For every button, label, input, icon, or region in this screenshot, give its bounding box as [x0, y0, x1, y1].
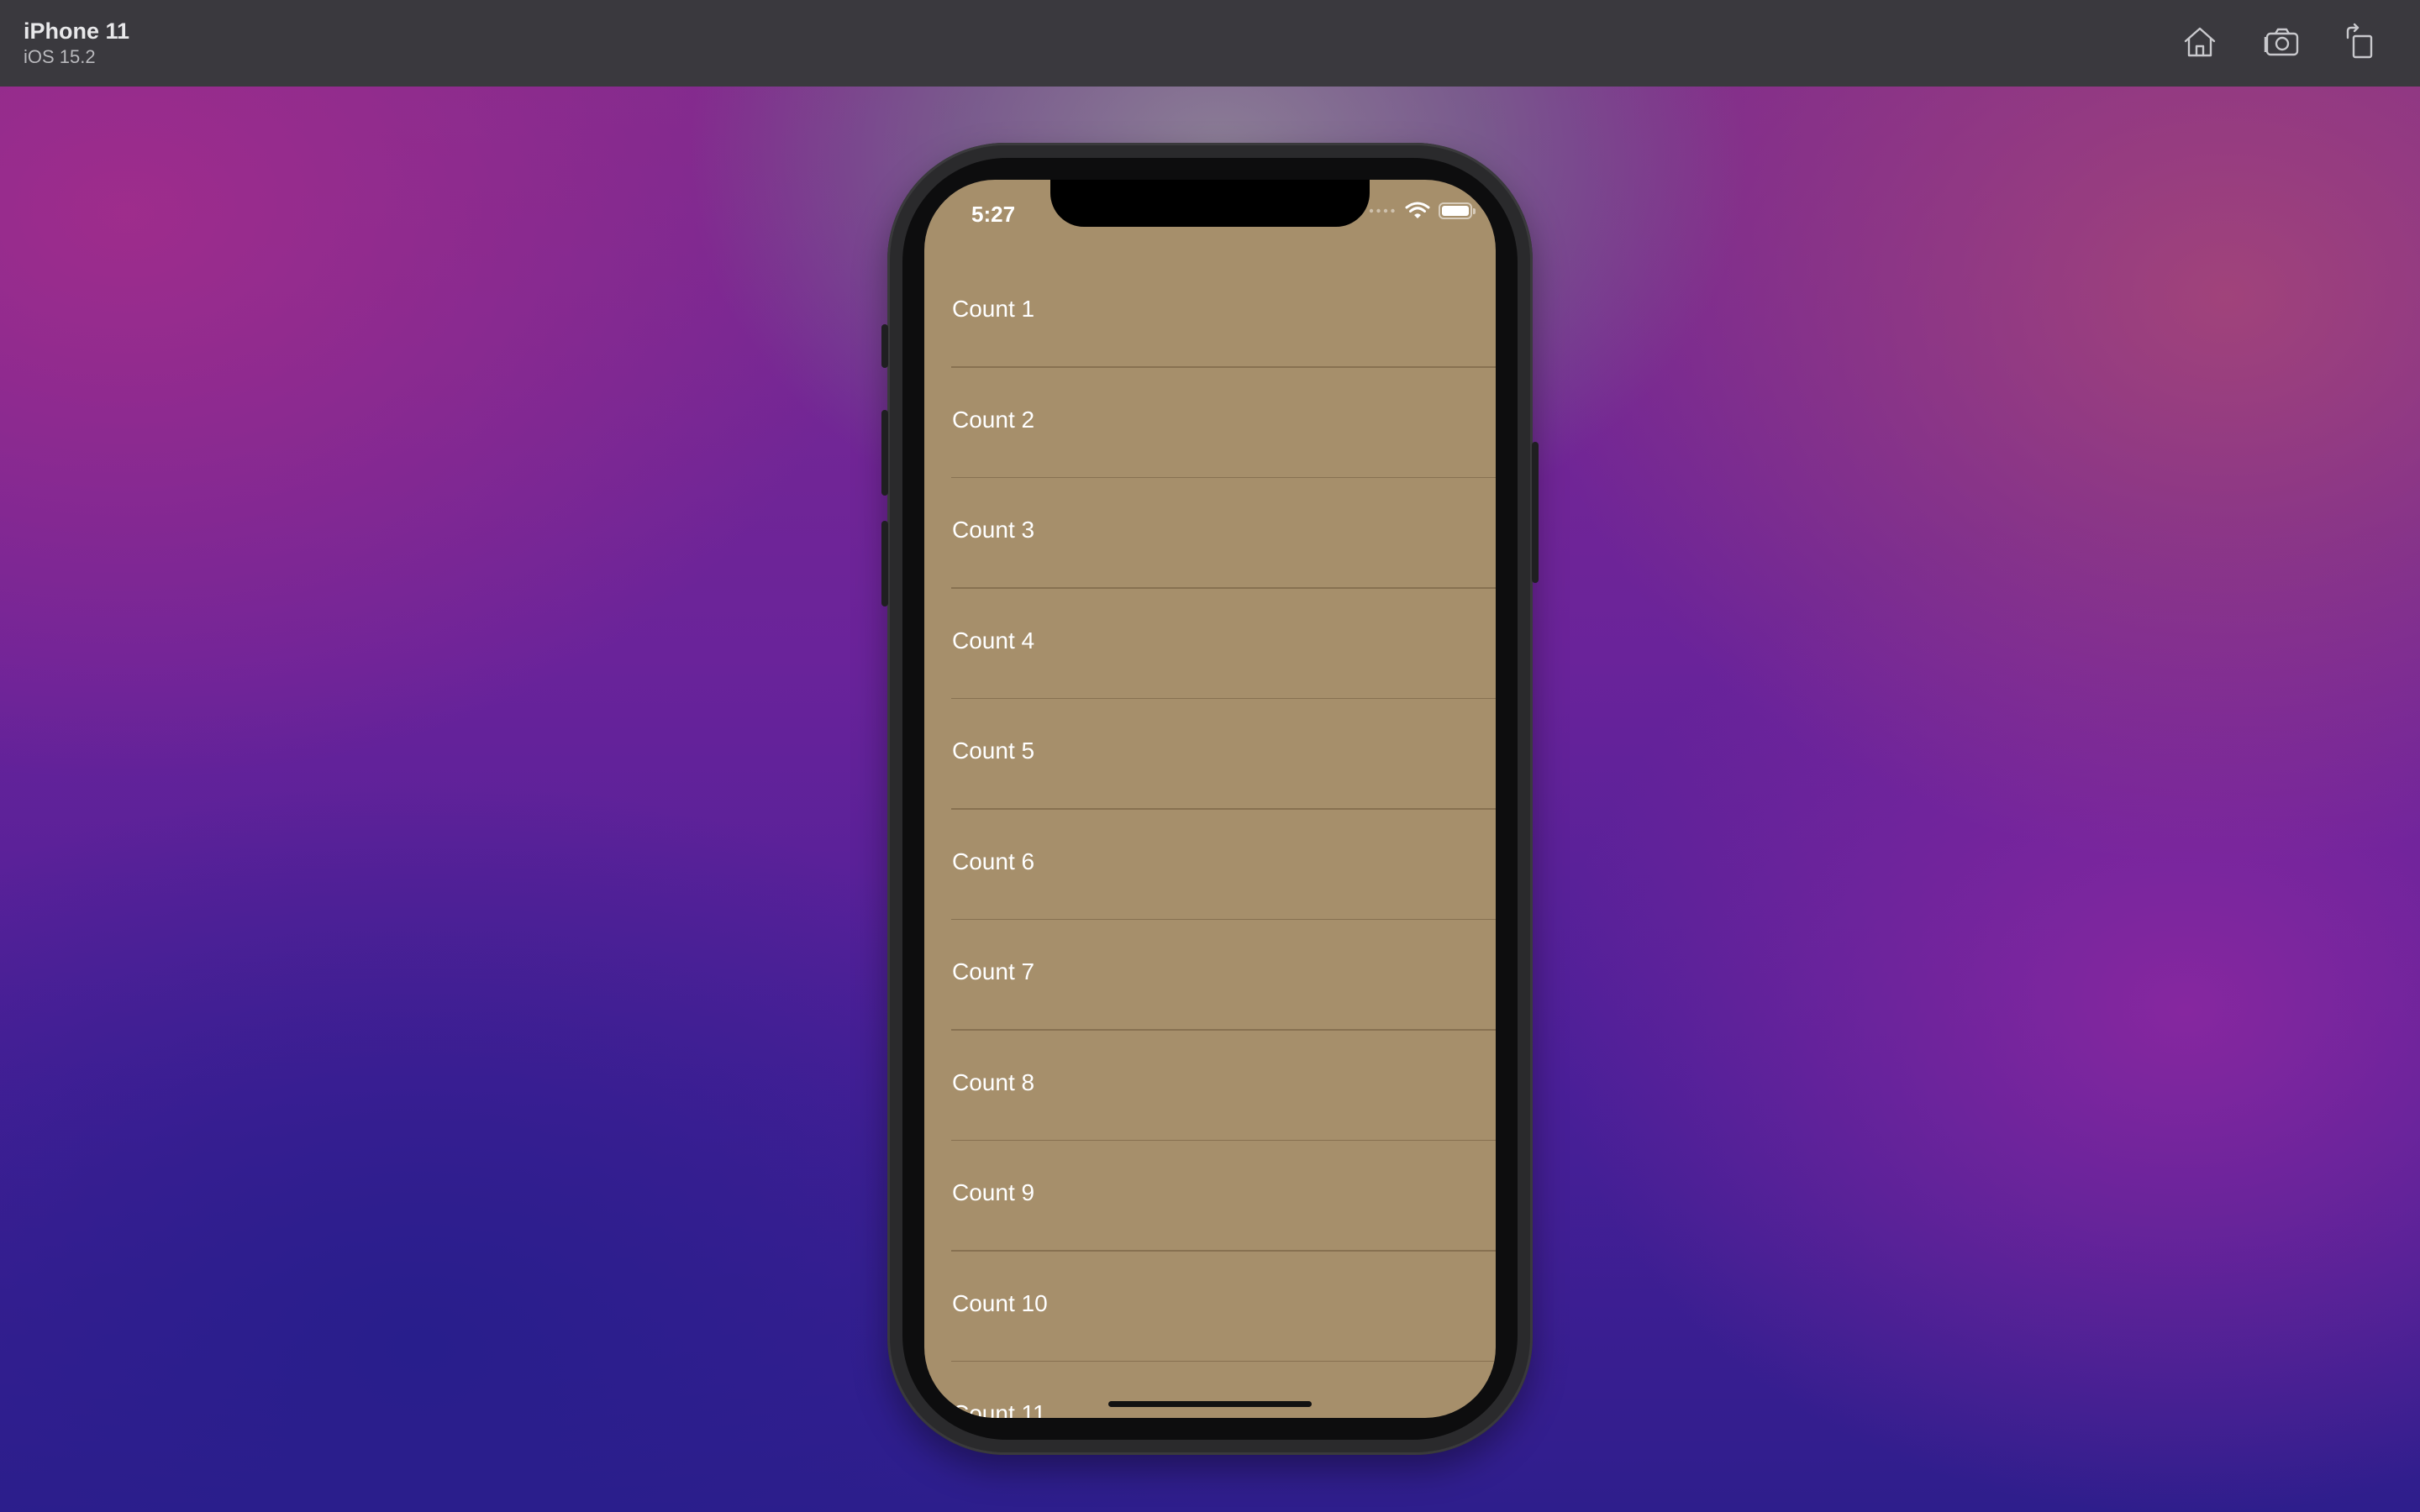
- list-item[interactable]: Count 10: [924, 1252, 1496, 1362]
- volume-down-button: [881, 521, 888, 606]
- device-name: iPhone 11: [24, 18, 130, 44]
- status-icons: [1368, 202, 1476, 220]
- list-item-label: Count 6: [952, 848, 1035, 874]
- mute-switch: [881, 324, 888, 368]
- device-screen: 5:27 Count 1 Count 2 Count 3 Count 4 Count 5…: [924, 180, 1496, 1418]
- wifi-icon: [1405, 202, 1430, 218]
- home-button[interactable]: [2176, 18, 2223, 66]
- os-version: iOS 15.2: [24, 46, 96, 67]
- list-item-label: Count 1: [952, 296, 1035, 322]
- side-button: [1532, 442, 1539, 583]
- list-item-label: Count 8: [952, 1068, 1035, 1095]
- simulator-window: iPhone 11 iOS 15.2 5:27 Count 1 Count 2 …: [0, 0, 2420, 1512]
- volume-up-button: [881, 410, 888, 496]
- home-icon: [2184, 27, 2216, 57]
- battery-icon: [1439, 202, 1476, 219]
- list-item[interactable]: Count 5: [924, 699, 1496, 810]
- list-item[interactable]: Count 8: [924, 1031, 1496, 1142]
- list-item[interactable]: Count 3: [924, 478, 1496, 589]
- rotate-icon: [2346, 23, 2373, 59]
- count-list: Count 1 Count 2 Count 3 Count 4 Count 5 Count…: [924, 257, 1496, 1418]
- simulator-titlebar: iPhone 11 iOS 15.2: [0, 0, 2420, 87]
- list-item[interactable]: Count 1: [924, 257, 1496, 368]
- cellular-signal-icon: [1369, 208, 1395, 213]
- status-time: 5:27: [971, 202, 1016, 227]
- screenshot-button[interactable]: [2259, 18, 2306, 66]
- list-item[interactable]: Count 7: [924, 920, 1496, 1031]
- list-item[interactable]: Count 2: [924, 368, 1496, 479]
- list-item[interactable]: Count 11: [924, 1362, 1496, 1418]
- list-item-label: Count 7: [952, 958, 1035, 984]
- camera-icon: [2264, 28, 2299, 56]
- list-item-label: Count 9: [952, 1179, 1035, 1205]
- list-item-label: Count 4: [952, 627, 1035, 654]
- list-item[interactable]: Count 9: [924, 1141, 1496, 1252]
- list-item[interactable]: Count 4: [924, 589, 1496, 700]
- list-item-label: Count 3: [952, 517, 1035, 543]
- list-item[interactable]: Count 6: [924, 810, 1496, 921]
- home-indicator[interactable]: [1108, 1401, 1312, 1407]
- notch: [1050, 180, 1370, 227]
- list-item-label: Count 11: [952, 1400, 1046, 1418]
- list-item-label: Count 2: [952, 406, 1035, 433]
- list-item-label: Count 10: [952, 1289, 1048, 1316]
- rotate-button[interactable]: [2337, 18, 2384, 66]
- list-item-label: Count 5: [952, 738, 1035, 764]
